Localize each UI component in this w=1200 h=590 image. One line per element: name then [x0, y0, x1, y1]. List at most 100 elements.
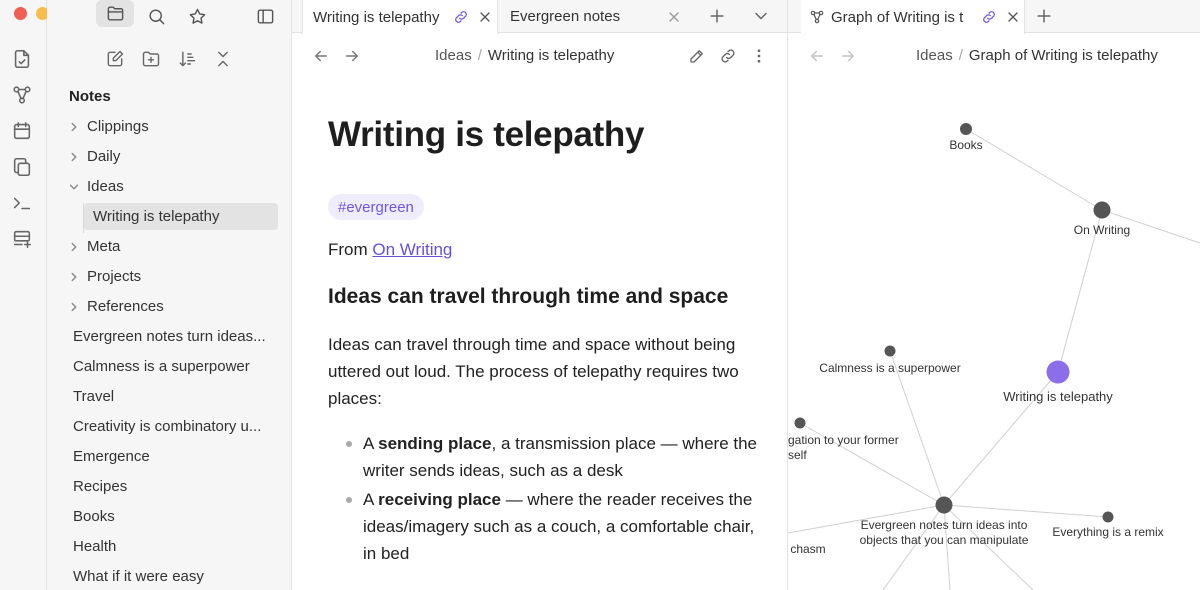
tree-item-label: Meta: [87, 238, 121, 255]
file-emergence[interactable]: Emergence: [73, 443, 287, 470]
from-prefix: From: [328, 240, 373, 259]
forward-button[interactable]: [839, 47, 857, 65]
file-calmness[interactable]: Calmness is a superpower: [73, 353, 287, 380]
tag-evergreen[interactable]: #evergreen: [328, 194, 424, 220]
graph-node-books: [960, 123, 972, 135]
tab-title: Writing is telepathy: [313, 8, 440, 26]
more-options-button[interactable]: [750, 47, 768, 65]
graph-node-evergreen: [935, 496, 953, 514]
tree-item-label: Writing is telepathy: [93, 208, 220, 225]
file-recipes[interactable]: Recipes: [73, 473, 287, 500]
folder-meta[interactable]: Meta: [67, 233, 287, 260]
graph-label-line: gation to your former: [788, 433, 899, 447]
new-note-button[interactable]: [105, 49, 127, 71]
file-writing-is-telepathy[interactable]: Writing is telepathy: [84, 203, 278, 230]
forward-button[interactable]: [343, 47, 361, 65]
folder-ideas[interactable]: Ideas: [67, 173, 287, 200]
arrow-right-icon: [346, 50, 358, 62]
tab-list-button[interactable]: [751, 6, 771, 26]
note-title: Writing is telepathy: [328, 115, 645, 154]
collapse-icon: [218, 51, 228, 67]
copy-link-button[interactable]: [719, 47, 737, 65]
graph-view-icon[interactable]: [11, 84, 33, 106]
search-tab-button[interactable]: [143, 3, 169, 29]
tree-item-label: Evergreen notes turn ideas...: [73, 328, 266, 345]
bullet-bold: sending place: [378, 434, 492, 453]
bookmarks-tab-button[interactable]: [184, 3, 210, 29]
on-writing-link[interactable]: On Writing: [372, 240, 452, 259]
tree-item-label: Clippings: [87, 118, 149, 135]
new-folder-button[interactable]: [141, 49, 163, 71]
editor-pane: Writing is telepathy Evergreen notes Ide…: [292, 0, 788, 590]
folder-daily[interactable]: Daily: [67, 143, 287, 170]
graph-label-current: Writing is telepathy: [1003, 389, 1113, 404]
arrow-left-icon: [315, 50, 327, 62]
arrow-right-icon: [842, 50, 854, 62]
plus-icon: [710, 9, 724, 23]
new-tab-button[interactable]: [707, 6, 727, 26]
back-button[interactable]: [808, 47, 826, 65]
bullet-prefix: A: [363, 490, 379, 509]
tree-item-label: Daily: [87, 148, 121, 165]
graph-node-calmness: [884, 345, 896, 357]
tab-writing-is-telepathy[interactable]: Writing is telepathy: [302, 0, 498, 34]
graph-canvas[interactable]: [788, 0, 1200, 590]
folder-plus-icon: [142, 51, 160, 67]
folder-clippings[interactable]: Clippings: [67, 113, 287, 140]
body-paragraph: Ideas can travel through time and space …: [328, 335, 739, 408]
chevron-right-icon: [67, 270, 81, 284]
new-tab-button[interactable]: [1034, 6, 1054, 26]
close-icon[interactable]: [666, 9, 682, 25]
file-evergreen-notes[interactable]: Evergreen notes turn ideas...: [73, 323, 287, 350]
tab-graph[interactable]: Graph of Writing is t: [801, 0, 1025, 34]
tree-item-label: Travel: [73, 388, 115, 405]
window-close-button[interactable]: [14, 7, 27, 20]
breadcrumb-folder[interactable]: Ideas: [435, 47, 472, 64]
folder-references[interactable]: References: [67, 293, 287, 320]
files-tab-button[interactable]: [96, 0, 134, 27]
breadcrumb-separator: /: [958, 47, 963, 64]
file-travel[interactable]: Travel: [73, 383, 287, 410]
link-icon[interactable]: [981, 9, 997, 25]
breadcrumb-current[interactable]: Graph of Writing is telepathy: [969, 47, 1158, 64]
chevron-right-icon: [67, 240, 81, 254]
breadcrumb-folder[interactable]: Ideas: [916, 47, 953, 64]
graph-node-remix: [1102, 511, 1114, 523]
edit-mode-button[interactable]: [688, 47, 706, 65]
sort-button[interactable]: [177, 49, 199, 71]
copy-icon[interactable]: [11, 156, 33, 178]
link-icon[interactable]: [453, 9, 469, 25]
close-icon[interactable]: [477, 9, 493, 25]
bullet-prefix: A: [363, 434, 379, 453]
switcher-icon[interactable]: [11, 48, 33, 70]
tab-evergreen-notes[interactable]: Evergreen notes: [510, 0, 690, 33]
bullet-item: A sending place, a transmission place — …: [363, 430, 763, 484]
back-button[interactable]: [312, 47, 330, 65]
graph-label-on-writing: On Writing: [1073, 223, 1131, 237]
pencil-icon: [690, 50, 703, 63]
graph-node-on-writing: [1093, 201, 1111, 219]
link-icon: [721, 49, 735, 63]
chevron-down-icon: [755, 12, 767, 20]
graph-label-evergreen: Evergreen notes turn ideas into objects …: [844, 518, 1044, 548]
file-health[interactable]: Health: [73, 533, 287, 560]
toggle-sidebar-button[interactable]: [252, 3, 278, 29]
close-icon[interactable]: [1005, 9, 1021, 25]
terminal-icon[interactable]: [11, 192, 33, 214]
add-table-icon[interactable]: [11, 228, 33, 250]
tree-item-label: What if it were easy: [73, 568, 204, 585]
breadcrumb-current[interactable]: Writing is telepathy: [488, 47, 614, 64]
bullet-marker: [346, 441, 352, 447]
file-creativity[interactable]: Creativity is combinatory u...: [73, 413, 287, 440]
tree-item-label: Emergence: [73, 448, 150, 465]
file-books[interactable]: Books: [73, 503, 287, 530]
graph-view-icon: [809, 9, 825, 25]
tree-item-label: References: [87, 298, 164, 315]
plus-icon: [1037, 9, 1051, 23]
arrow-left-icon: [811, 50, 823, 62]
from-line: From On Writing: [328, 240, 452, 260]
folder-projects[interactable]: Projects: [67, 263, 287, 290]
calendar-icon[interactable]: [11, 120, 33, 142]
file-what-if-it-were-easy[interactable]: What if it were easy: [73, 563, 287, 590]
collapse-all-button[interactable]: [213, 49, 235, 71]
